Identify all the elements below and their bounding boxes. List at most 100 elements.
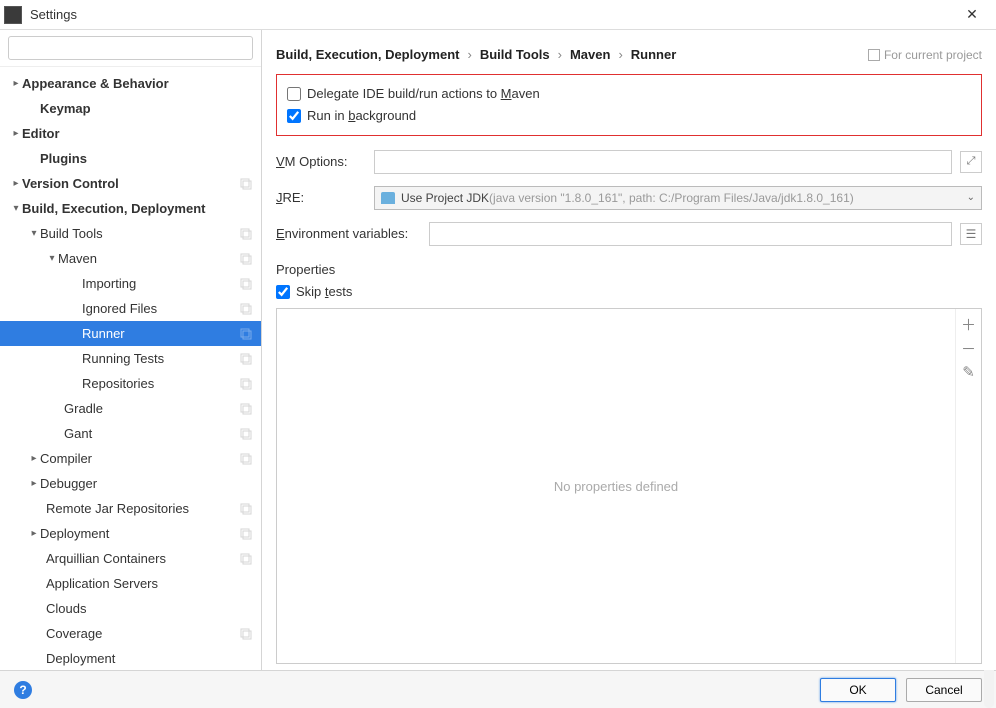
help-button[interactable]: ? [14, 681, 32, 699]
delegate-label: Delegate IDE build/run actions to Maven [307, 86, 540, 101]
project-icon [868, 49, 880, 61]
tree-runner[interactable]: Runner [0, 321, 261, 346]
remove-icon[interactable]: － [960, 339, 978, 357]
project-icon [239, 377, 253, 391]
project-icon [239, 227, 253, 241]
jre-label: JRE: [276, 190, 366, 205]
skip-tests-checkbox[interactable] [276, 285, 290, 299]
vm-options-input[interactable] [374, 150, 952, 174]
breadcrumb-row: Build, Execution, Deployment › Build Too… [276, 40, 982, 70]
tree-importing[interactable]: Importing [0, 271, 261, 296]
properties-toolbar: ＋ － ✎ [955, 309, 981, 663]
delegate-checkbox-row: Delegate IDE build/run actions to Maven [287, 83, 971, 105]
jre-dropdown[interactable]: Use Project JDK (java version "1.8.0_161… [374, 186, 982, 210]
skip-tests-row: Skip tests [276, 281, 982, 303]
breadcrumb-a[interactable]: Build, Execution, Deployment [276, 47, 459, 62]
project-icon [239, 252, 253, 266]
project-icon [239, 502, 253, 516]
project-icon [239, 402, 253, 416]
expand-icon[interactable]: ⤢ [960, 151, 982, 173]
tree-gant[interactable]: Gant [0, 421, 261, 446]
tree-appearance[interactable]: ▸ Appearance & Behavior [0, 71, 261, 96]
vm-options-label: VM Options: [276, 154, 366, 169]
breadcrumb-c[interactable]: Maven [570, 47, 610, 62]
main-area: 🔍 ▸ Appearance & Behavior Keymap ▸ Edito… [0, 30, 996, 670]
tree-arquillian[interactable]: Arquillian Containers [0, 546, 261, 571]
titlebar: Settings ✕ [0, 0, 996, 30]
tree-maven[interactable]: ▾ Maven [0, 246, 261, 271]
tree-compiler[interactable]: ▸ Compiler [0, 446, 261, 471]
tree-keymap[interactable]: Keymap [0, 96, 261, 121]
tree-running-tests[interactable]: Running Tests [0, 346, 261, 371]
list-icon[interactable]: ☰ [960, 223, 982, 245]
chevron-right-icon: › [558, 47, 562, 62]
delegate-checkbox[interactable] [287, 87, 301, 101]
search-row: 🔍 [0, 30, 261, 67]
chevron-right-icon: ▸ [10, 178, 22, 189]
jre-row: JRE: Use Project JDK (java version "1.8.… [276, 186, 982, 210]
footer-buttons: OK Cancel [820, 678, 982, 702]
tree-coverage[interactable]: Coverage [0, 621, 261, 646]
project-icon [239, 627, 253, 641]
folder-icon [381, 192, 395, 204]
tree-build-execution-deployment[interactable]: ▾ Build, Execution, Deployment [0, 196, 261, 221]
chevron-down-icon: ⌄ [967, 192, 975, 203]
sidebar: 🔍 ▸ Appearance & Behavior Keymap ▸ Edito… [0, 30, 262, 670]
run-background-checkbox-row: Run in background [287, 105, 971, 127]
chevron-right-icon: ▸ [28, 528, 40, 539]
chevron-right-icon: ▸ [10, 78, 22, 89]
breadcrumb-b[interactable]: Build Tools [480, 47, 550, 62]
edit-icon[interactable]: ✎ [960, 363, 978, 381]
cancel-button[interactable]: Cancel [906, 678, 982, 702]
chevron-right-icon: › [467, 47, 471, 62]
properties-empty-text: No properties defined [277, 309, 955, 663]
project-icon [239, 552, 253, 566]
footer: ? OK Cancel [0, 670, 996, 708]
highlighted-box: Delegate IDE build/run actions to Maven … [276, 74, 982, 136]
close-button[interactable]: ✕ [952, 6, 992, 23]
tree-ignored-files[interactable]: Ignored Files [0, 296, 261, 321]
tree-version-control[interactable]: ▸ Version Control [0, 171, 261, 196]
project-icon [239, 302, 253, 316]
project-icon [239, 427, 253, 441]
project-icon [239, 277, 253, 291]
skip-tests-label: Skip tests [296, 284, 352, 299]
chevron-down-icon: ▾ [10, 203, 22, 214]
tree-app-servers[interactable]: Application Servers [0, 571, 261, 596]
project-icon [239, 452, 253, 466]
chevron-right-icon: › [618, 47, 622, 62]
tree-clouds[interactable]: Clouds [0, 596, 261, 621]
run-background-checkbox[interactable] [287, 109, 301, 123]
chevron-right-icon: ▸ [10, 128, 22, 139]
vm-options-row: VM Options: ⤢ [276, 150, 982, 174]
window-title: Settings [30, 7, 952, 22]
add-icon[interactable]: ＋ [960, 315, 978, 333]
project-icon [239, 352, 253, 366]
env-row: Environment variables: ☰ [276, 222, 982, 246]
tree-editor[interactable]: ▸ Editor [0, 121, 261, 146]
project-icon [239, 327, 253, 341]
chevron-right-icon: ▸ [28, 453, 40, 464]
properties-label: Properties [276, 262, 982, 277]
chevron-down-icon: ▾ [28, 228, 40, 239]
search-input[interactable] [8, 36, 253, 60]
tree-repositories[interactable]: Repositories [0, 371, 261, 396]
breadcrumb: Build, Execution, Deployment › Build Too… [276, 47, 676, 62]
tree-build-tools[interactable]: ▾ Build Tools [0, 221, 261, 246]
tree-plugins[interactable]: Plugins [0, 146, 261, 171]
project-icon [239, 177, 253, 191]
project-icon [239, 527, 253, 541]
for-current-project: For current project [868, 48, 982, 62]
app-icon [4, 6, 22, 24]
tree-deployment2[interactable]: Deployment [0, 646, 261, 670]
chevron-right-icon: ▸ [28, 478, 40, 489]
breadcrumb-d: Runner [631, 47, 677, 62]
ok-button[interactable]: OK [820, 678, 896, 702]
settings-tree: ▸ Appearance & Behavior Keymap ▸ Editor … [0, 67, 261, 670]
tree-deployment[interactable]: ▸ Deployment [0, 521, 261, 546]
tree-remote-jar[interactable]: Remote Jar Repositories [0, 496, 261, 521]
env-label: Environment variables: [276, 226, 421, 241]
env-input[interactable] [429, 222, 952, 246]
tree-gradle[interactable]: Gradle [0, 396, 261, 421]
tree-debugger[interactable]: ▸ Debugger [0, 471, 261, 496]
